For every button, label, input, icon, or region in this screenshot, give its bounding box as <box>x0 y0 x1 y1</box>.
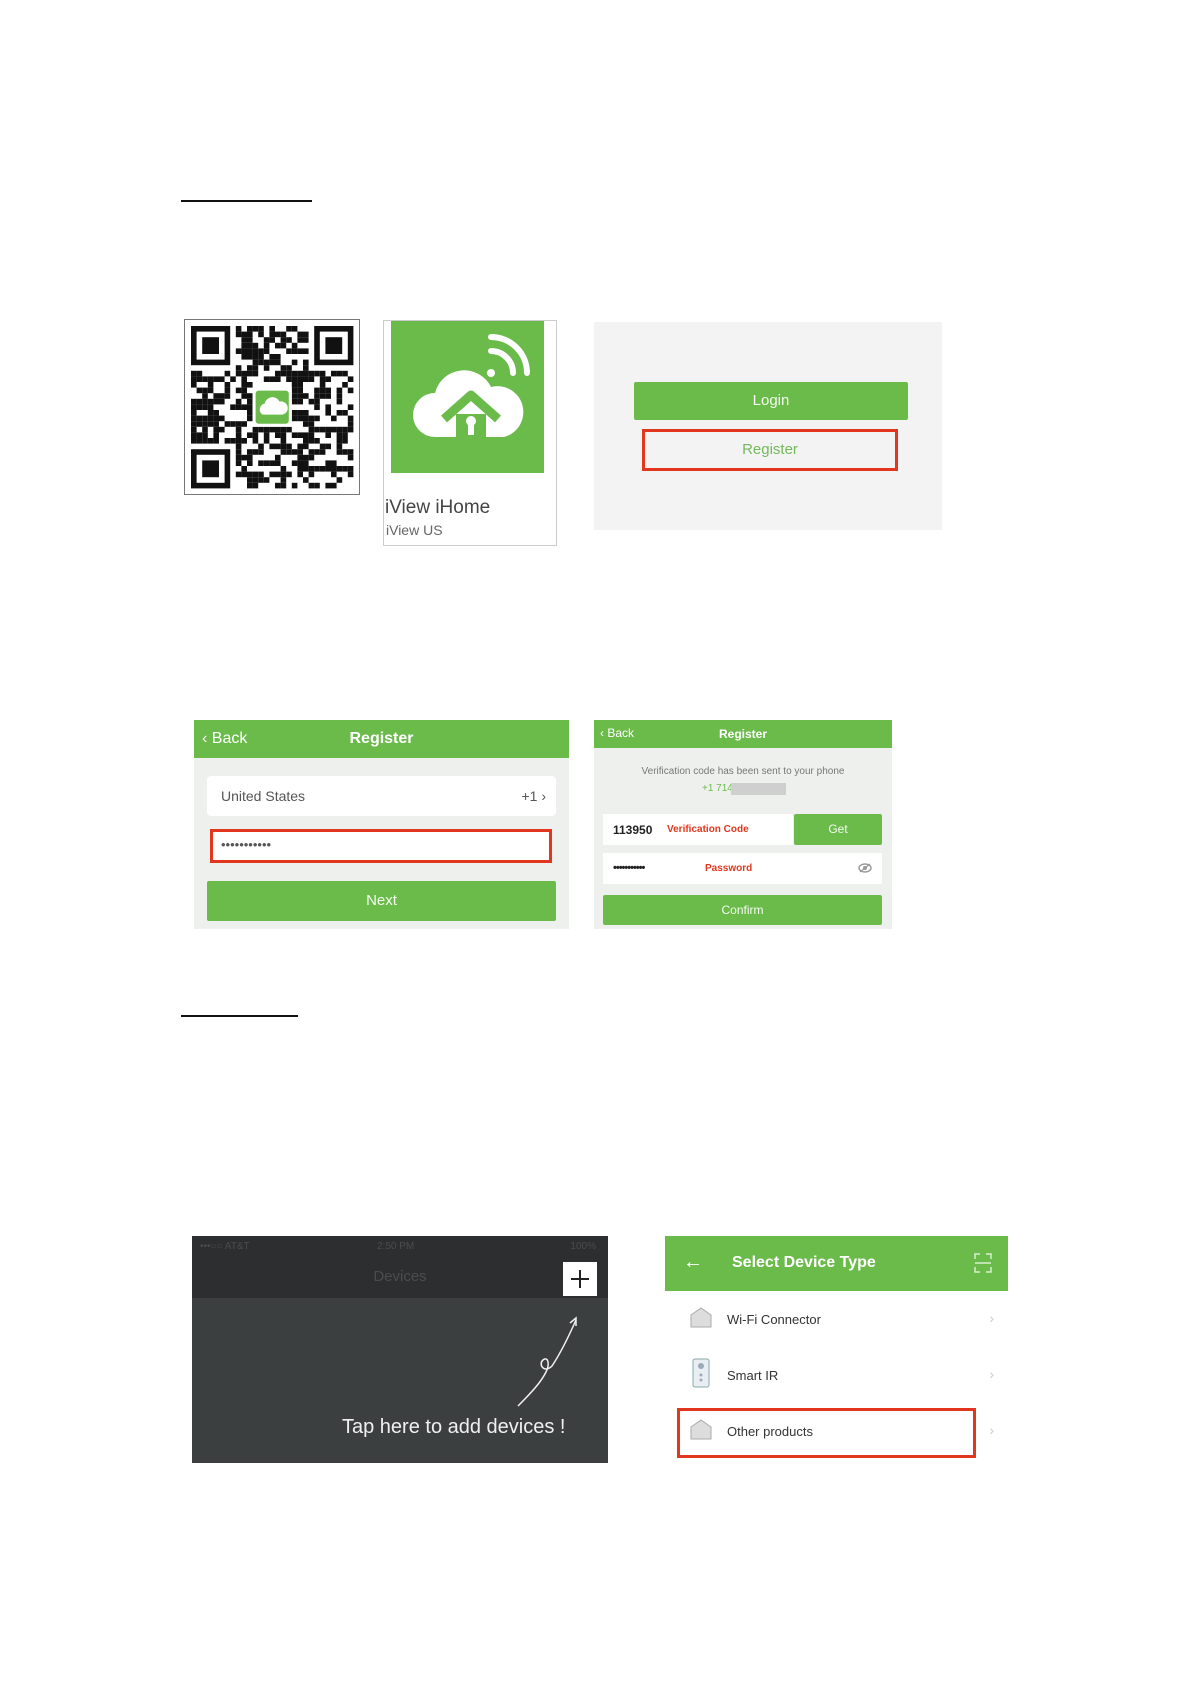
register-screen: ‹ Back Register United States +1 › •••••… <box>194 720 569 929</box>
verify-nav-bar: ‹ Back Register <box>594 720 892 748</box>
device-type-label: Smart IR <box>727 1368 779 1383</box>
status-carrier: •••○○ AT&T <box>200 1241 250 1252</box>
eye-icon[interactable] <box>858 863 872 873</box>
password-label: Password <box>705 863 753 874</box>
get-code-button[interactable]: Get <box>794 814 882 845</box>
app-icon[interactable] <box>391 321 544 473</box>
verification-code-field[interactable]: 113950 Verification Code <box>603 814 793 845</box>
select-title: Select Device Type <box>732 1254 876 1271</box>
country-code: +1 › <box>521 788 546 804</box>
chevron-right-icon: › <box>989 1310 994 1326</box>
cloud-home-icon <box>413 334 530 437</box>
devices-screen: •••○○ AT&T 2:50 PM 100% Devices Tap here… <box>192 1236 608 1463</box>
phone-input[interactable]: ••••••••••• <box>210 829 552 863</box>
plus-icon <box>571 1270 589 1288</box>
section-rule-1 <box>181 200 312 202</box>
wifi-connector-icon <box>690 1307 712 1328</box>
arrow-hint-icon <box>517 1316 577 1407</box>
add-devices-hint: Tap here to add devices ! <box>342 1416 566 1438</box>
app-name: iView iHome <box>385 497 491 518</box>
country-selector[interactable]: United States +1 › <box>207 776 556 816</box>
login-button[interactable]: Login <box>634 382 908 420</box>
device-type-wifi-connector[interactable]: Wi-Fi Connector › <box>665 1292 1008 1348</box>
qr-code <box>184 319 360 495</box>
select-device-type-screen: ← Select Device Type Wi-Fi Connector › S… <box>665 1236 1008 1460</box>
chevron-right-icon: › <box>989 1422 994 1438</box>
country-code-value: +1 <box>521 788 538 804</box>
password-field[interactable]: ••••••••••• Password <box>603 853 882 884</box>
remote-icon <box>692 1358 710 1388</box>
verification-screen: ‹ Back Register Verification code has be… <box>594 720 892 929</box>
register-title: Register <box>349 730 414 747</box>
next-button[interactable]: Next <box>207 881 556 921</box>
other-products-highlight <box>677 1408 976 1458</box>
phone-redaction <box>731 783 786 795</box>
app-store-card[interactable]: iView iHome iView US <box>383 320 557 546</box>
password-value: ••••••••••• <box>613 862 645 874</box>
arrow-left-icon[interactable]: ← <box>683 1251 703 1274</box>
register-button[interactable]: Register <box>642 429 898 471</box>
code-value: 113950 <box>613 823 653 837</box>
app-region: iView US <box>386 522 443 538</box>
device-type-label: Wi-Fi Connector <box>727 1312 821 1327</box>
add-device-button[interactable] <box>563 1262 597 1296</box>
status-time: 2:50 PM <box>377 1241 415 1252</box>
country-name: United States <box>221 788 306 804</box>
register-nav-bar: ‹ Back Register <box>194 720 569 758</box>
verify-title: Register <box>718 727 768 741</box>
select-header: ← Select Device Type <box>665 1236 1008 1291</box>
status-bar: •••○○ AT&T 2:50 PM 100% <box>192 1236 608 1258</box>
status-battery: 100% <box>570 1241 596 1252</box>
devices-header: Devices <box>192 1258 608 1298</box>
scan-icon[interactable] <box>974 1253 992 1273</box>
verification-phone: +1 714 <box>702 783 733 794</box>
chevron-right-icon: › <box>989 1366 994 1382</box>
confirm-button[interactable]: Confirm <box>603 895 882 925</box>
qr-code-image <box>191 326 354 489</box>
section-rule-2 <box>181 1015 298 1017</box>
devices-title: Devices <box>373 1268 427 1285</box>
chevron-right-icon: › <box>541 788 546 804</box>
verification-info: Verification code has been sent to your … <box>641 766 845 777</box>
code-label: Verification Code <box>667 824 749 835</box>
login-screen: Login Register <box>594 322 942 530</box>
device-type-smart-ir[interactable]: Smart IR › <box>665 1348 1008 1404</box>
